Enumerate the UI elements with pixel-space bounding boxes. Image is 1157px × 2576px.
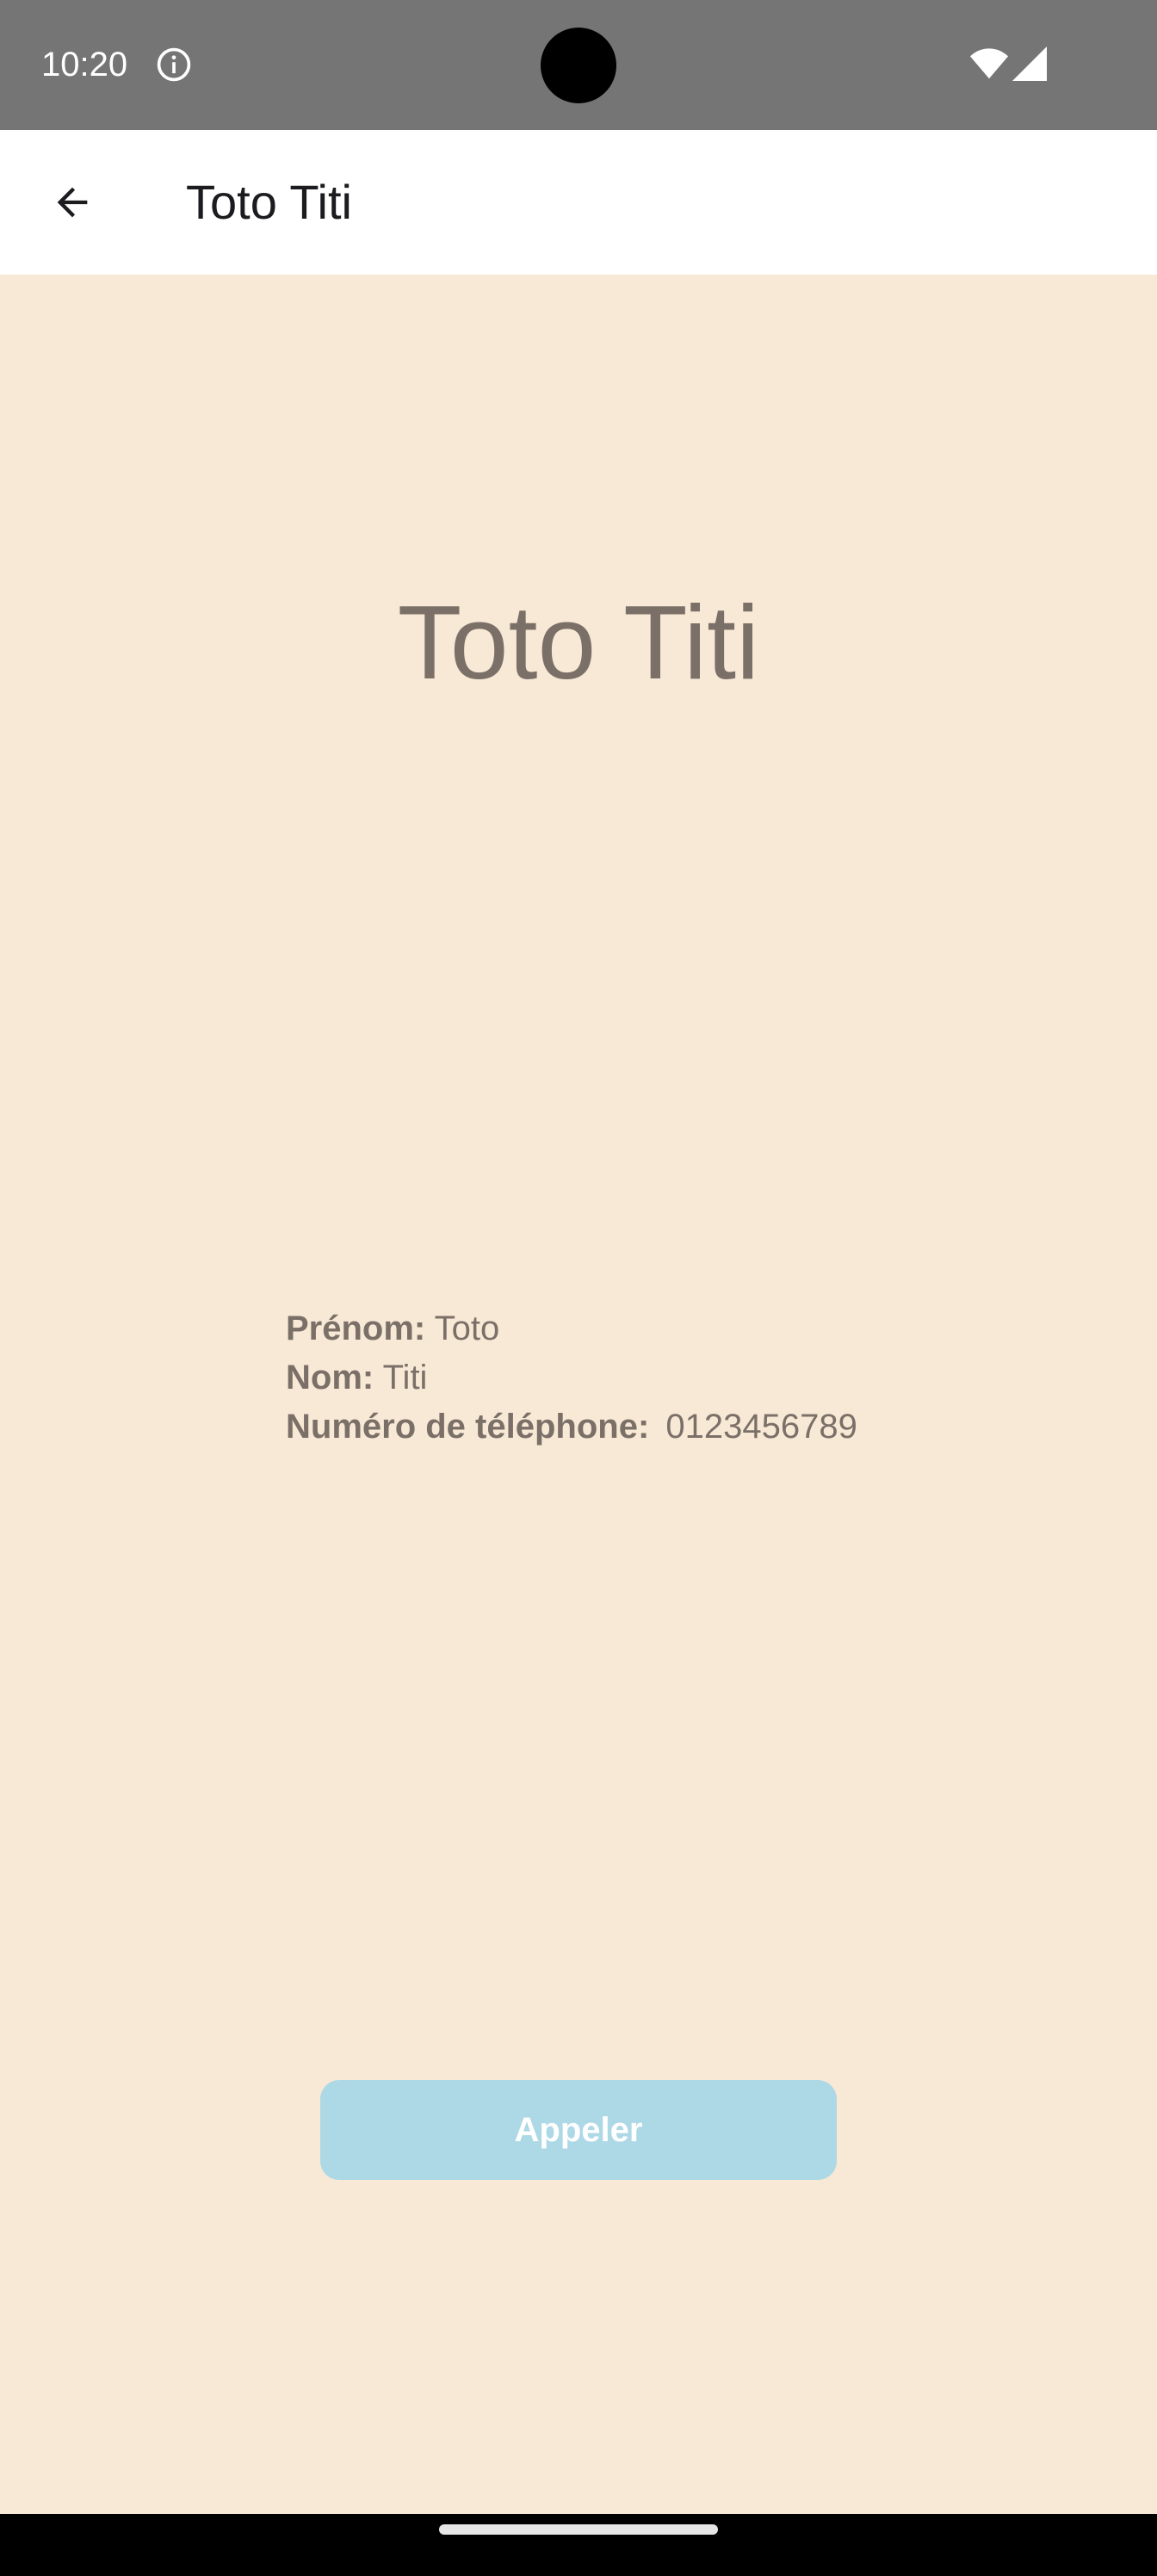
first-name-row: Prénom: Toto [286, 1304, 857, 1353]
status-bar: 10:20 [0, 0, 1157, 130]
contact-detail: Toto Titi Prénom: Toto Nom: Titi Numéro … [0, 275, 1157, 2513]
phone-label: Numéro de téléphone: [286, 1408, 650, 1446]
back-button[interactable] [29, 159, 115, 245]
phone-row: Numéro de téléphone: 0123456789 [286, 1403, 857, 1452]
signal-icon [1012, 46, 1047, 81]
info-icon [157, 47, 191, 82]
app-bar: Toto Titi [0, 130, 1157, 275]
wifi-icon [969, 48, 1009, 79]
page-title: Toto Titi [186, 175, 352, 229]
contact-details: Prénom: Toto Nom: Titi Numéro de télépho… [286, 1304, 857, 1452]
last-name-label: Nom: [286, 1359, 374, 1396]
first-name-value: Toto [434, 1310, 500, 1347]
first-name-label: Prénom: [286, 1310, 426, 1347]
last-name-row: Nom: Titi [286, 1353, 857, 1403]
camera-cutout [541, 28, 616, 103]
last-name-value: Titi [382, 1359, 428, 1396]
call-button[interactable]: Appeler [320, 2080, 837, 2180]
status-time: 10:20 [41, 46, 128, 84]
contact-display-name: Toto Titi [397, 584, 760, 701]
home-gesture-handle[interactable] [439, 2524, 718, 2535]
navigation-bar [0, 2514, 1157, 2576]
phone-value: 0123456789 [665, 1408, 857, 1446]
arrow-back-icon [57, 187, 88, 218]
